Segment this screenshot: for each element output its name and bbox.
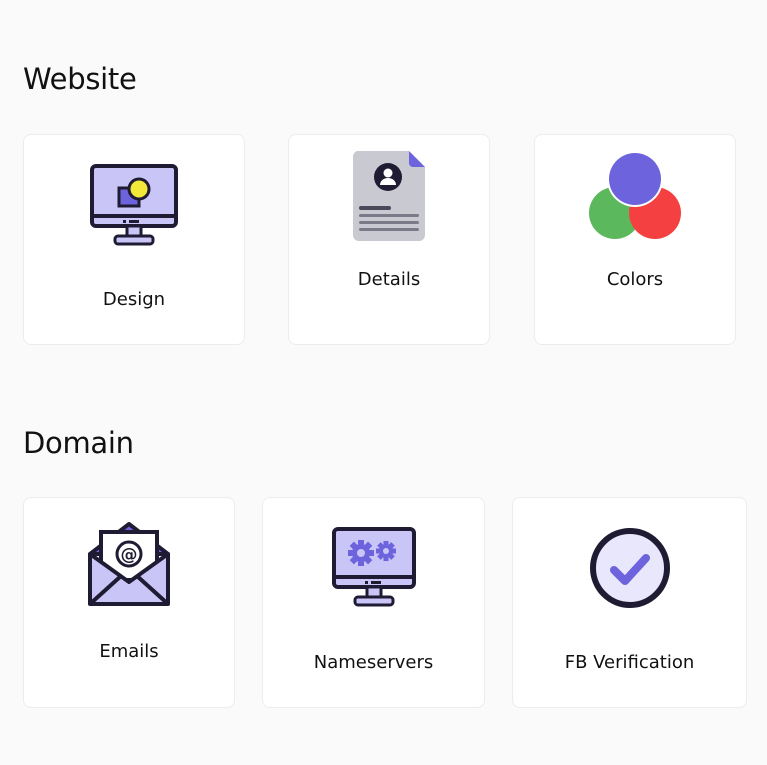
card-label-design: Design	[102, 289, 166, 310]
section-title-website: Website	[23, 62, 137, 96]
section-title-domain: Domain	[23, 426, 134, 460]
envelope-at-icon: @	[87, 520, 171, 608]
card-design[interactable]: Design	[23, 134, 245, 345]
card-label-emails: Emails	[99, 641, 159, 662]
monitor-gears-icon	[331, 526, 417, 612]
card-nameservers[interactable]: Nameservers	[262, 497, 485, 708]
card-label-details: Details	[357, 269, 421, 290]
color-circles-icon	[585, 151, 685, 243]
card-details[interactable]: Details	[288, 134, 490, 345]
check-circle-icon	[588, 526, 672, 610]
card-fb-verification[interactable]: FB Verification	[512, 497, 747, 708]
card-colors[interactable]: Colors	[534, 134, 736, 345]
document-profile-icon	[351, 149, 427, 243]
svg-text:@: @	[121, 545, 138, 565]
monitor-design-icon	[89, 163, 179, 249]
card-label-fb-verification: FB Verification	[564, 652, 695, 673]
card-label-nameservers: Nameservers	[313, 652, 434, 673]
card-emails[interactable]: @ Emails	[23, 497, 235, 708]
card-label-colors: Colors	[606, 269, 664, 290]
